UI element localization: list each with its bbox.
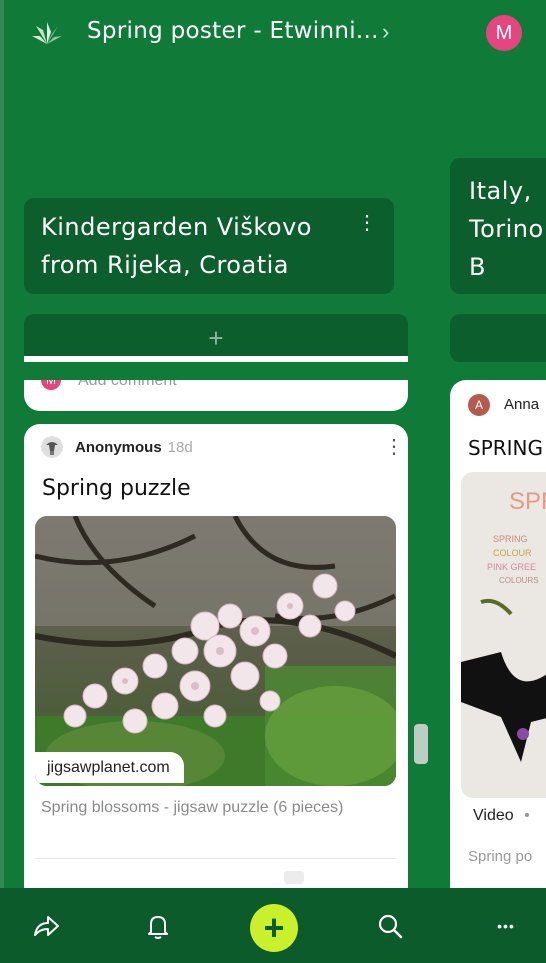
anonymous-avatar-icon <box>41 436 63 458</box>
column-scrollbar[interactable] <box>414 724 428 764</box>
add-post-icon[interactable]: + <box>250 904 298 952</box>
column-title-line3: B <box>469 253 486 281</box>
more-icon[interactable]: ••• <box>488 908 524 944</box>
post-menu-icon[interactable]: ⋮ <box>384 434 404 459</box>
add-post-button-italy[interactable] <box>450 314 546 362</box>
post-card-spring-puzzle[interactable]: Anonymous 18d ⋮ Spring puzzle jigsawplan… <box>24 424 408 894</box>
column-menu-icon[interactable]: ⋮ <box>357 210 377 235</box>
column-header-croatia[interactable]: Kindergarden Viškovo from Rijeka, Croati… <box>24 198 394 294</box>
video-badge-label: Video <box>473 807 514 824</box>
drawing-text: COLOUR <box>493 548 532 558</box>
drawing-text: PINK GREE <box>487 562 537 572</box>
card-divider <box>35 858 396 859</box>
search-icon[interactable] <box>372 908 408 944</box>
drawing-shapes <box>461 598 546 762</box>
link-preview-image[interactable]: jigsawplanet.com <box>35 516 396 786</box>
user-avatar[interactable]: M <box>486 15 522 51</box>
column-title-line1: Italy, <box>469 177 532 205</box>
drawing-text: SPRING <box>493 534 528 544</box>
drawing-text: SPR <box>509 488 546 515</box>
column-gap <box>24 362 408 380</box>
compose-plus: + <box>263 907 285 948</box>
padlet-logo-icon[interactable] <box>30 18 64 48</box>
left-edge-strip <box>0 0 4 963</box>
column-title-line2: Torino <box>469 215 544 243</box>
horizontal-scroll-indicator[interactable] <box>284 871 304 884</box>
column-header-italy[interactable]: Italy, Torino B <box>450 158 546 294</box>
column-title-line2: from Rijeka, Croatia <box>41 251 289 279</box>
badge-separator: • <box>524 807 530 824</box>
post-caption: Spring po <box>468 848 533 865</box>
post-author-name[interactable]: Anna <box>504 396 539 413</box>
plus-icon: + <box>208 322 224 353</box>
post-title: Spring puzzle <box>42 476 191 501</box>
board-header: Spring poster - Etwinni... › M <box>0 0 546 66</box>
cherry-blossom-image <box>35 516 396 786</box>
post-timestamp: 18d <box>167 438 193 456</box>
post-title: SPRING <box>468 436 544 460</box>
board-title[interactable]: Spring poster - Etwinni... <box>87 18 379 44</box>
drawing-text: COLOURS <box>499 576 539 585</box>
post-author-row: Anonymous 18d <box>41 436 193 458</box>
share-icon[interactable] <box>28 908 64 944</box>
bell-icon[interactable] <box>140 908 176 944</box>
video-thumbnail[interactable]: SPR SPRING COLOUR PINK GREE COLOURS <box>461 472 546 798</box>
link-domain-label[interactable]: jigsawplanet.com <box>35 752 184 783</box>
link-description: Spring blossoms - jigsaw puzzle (6 piece… <box>41 799 344 816</box>
author-avatar: A <box>468 394 490 416</box>
video-badge: Video • <box>461 804 542 828</box>
column-title-line1: Kindergarden Viškovo <box>41 213 312 241</box>
chevron-right-icon[interactable]: › <box>382 19 389 45</box>
post-author-name[interactable]: Anonymous <box>75 439 162 456</box>
post-card-spring-video[interactable]: A Anna SPRING SPR SPRING COLOUR PINK GRE… <box>450 380 546 894</box>
add-post-button[interactable]: + <box>24 314 408 362</box>
